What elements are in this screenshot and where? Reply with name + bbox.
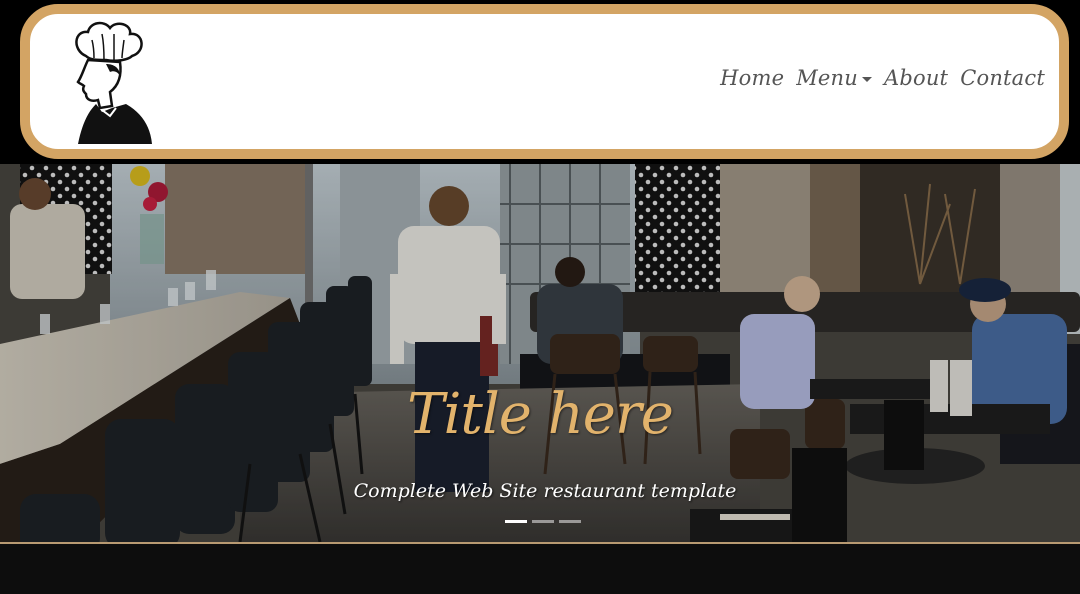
carousel-indicator-2[interactable] <box>532 520 554 523</box>
nav-home[interactable]: Home <box>720 66 784 90</box>
hero-title: Title here <box>407 382 674 447</box>
nav-about[interactable]: About <box>884 66 948 90</box>
site-header: Home Menu About Contact <box>20 4 1069 159</box>
nav-menu-label: Menu <box>796 66 858 90</box>
carousel-indicator-1[interactable] <box>505 520 527 523</box>
chef-logo-icon[interactable] <box>66 20 154 144</box>
hero-subtitle: Complete Web Site restaurant template <box>353 480 737 502</box>
nav-contact[interactable]: Contact <box>960 66 1045 90</box>
caret-down-icon <box>861 77 872 82</box>
carousel-indicator-3[interactable] <box>559 520 581 523</box>
nav-menu[interactable]: Menu <box>796 66 872 90</box>
footer-band <box>0 544 1080 594</box>
main-nav: Home Menu About Contact <box>720 66 1045 90</box>
carousel-indicators <box>505 520 581 523</box>
hero-carousel: Title here Complete Web Site restaurant … <box>0 164 1080 542</box>
